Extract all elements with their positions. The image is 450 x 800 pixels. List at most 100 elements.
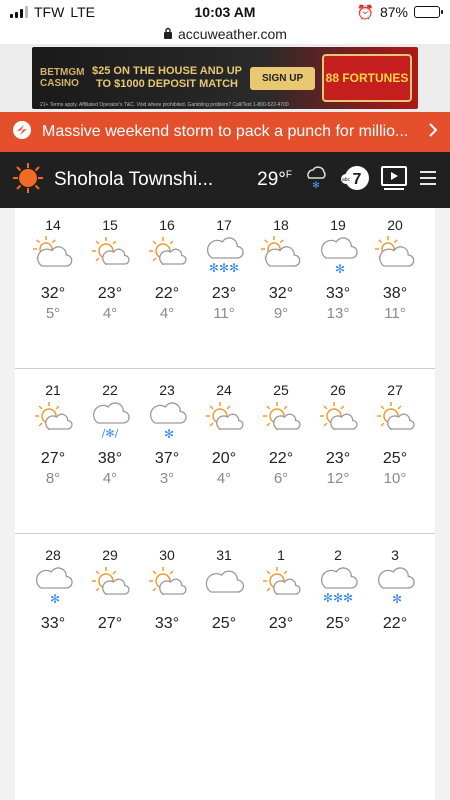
calendar-day[interactable]: 17 ✻✻✻ 23° 11°	[196, 216, 252, 324]
low-temp	[82, 634, 138, 654]
low-temp	[367, 634, 423, 654]
day-number: 1	[277, 547, 285, 563]
low-temp	[310, 634, 366, 654]
battery-icon	[414, 6, 443, 18]
partly-sunny-icon	[25, 399, 81, 443]
high-temp: 27°	[97, 615, 123, 632]
low-temp	[196, 634, 252, 654]
day-number: 14	[45, 217, 61, 233]
calendar-day[interactable]: 30 33°	[139, 546, 195, 654]
calendar-day[interactable]: 15 23° 4°	[82, 216, 138, 324]
high-temp: 23°	[268, 615, 294, 632]
svg-text:✻✻✻: ✻✻✻	[323, 591, 353, 605]
day-number: 27	[387, 382, 403, 398]
high-temp: 33°	[154, 615, 180, 632]
menu-icon[interactable]	[418, 170, 438, 191]
high-temp: 22°	[154, 285, 180, 302]
day-number: 2	[334, 547, 342, 563]
current-temp: 29°F	[257, 169, 292, 190]
location-name[interactable]: Shohola Townshi...	[54, 169, 247, 191]
calendar-day[interactable]: 2 ✻✻✻ 25°	[310, 546, 366, 654]
high-temp: 25°	[382, 450, 408, 467]
day-number: 15	[102, 217, 118, 233]
calendar-day[interactable]: 3 ✻ 22°	[367, 546, 423, 654]
low-temp: 5°	[45, 305, 61, 322]
calendar-day[interactable]: 16 22° 4°	[139, 216, 195, 324]
partly-sunny-icon	[139, 564, 195, 608]
ad-banner[interactable]: BETMGM CASINO $25 ON THE HOUSE AND UP TO…	[32, 47, 418, 109]
day-number: 30	[159, 547, 175, 563]
calendar-day[interactable]: 21 27° 8°	[25, 381, 81, 489]
high-temp: 38°	[97, 450, 123, 467]
low-temp: 3°	[159, 470, 175, 487]
low-temp	[25, 634, 81, 654]
ad-game-logo: 88 FORTUNES	[322, 54, 412, 102]
calendar-day[interactable]: 23 ✻ 37° 3°	[139, 381, 195, 489]
chevron-right-icon[interactable]	[428, 122, 438, 143]
low-temp: 13°	[326, 305, 350, 322]
day-number: 17	[216, 217, 232, 233]
calendar-day[interactable]: 20 38° 11°	[367, 216, 423, 324]
snow-icon: ✻✻✻	[196, 234, 252, 278]
day-number: 3	[391, 547, 399, 563]
abc7-logo-icon[interactable]: 7 abc	[340, 163, 370, 198]
location-header: Shohola Townshi... 29°F ✻ 7 abc	[0, 152, 450, 208]
ad-signup-button[interactable]: SIGN UP	[250, 66, 316, 90]
calendar-day[interactable]: 1 23°	[253, 546, 309, 654]
high-temp: 25°	[211, 615, 237, 632]
low-temp	[139, 634, 195, 654]
ad-fine-print: 21+ Terms apply. Affiliated Operator's T…	[40, 102, 289, 108]
day-number: 23	[159, 382, 175, 398]
carrier-label: TFW	[34, 4, 65, 20]
video-play-icon[interactable]	[380, 165, 408, 196]
calendar-day[interactable]: 28 ✻ 33°	[25, 546, 81, 654]
svg-text:✻: ✻	[392, 592, 402, 606]
calendar-day[interactable]: 25 22° 6°	[253, 381, 309, 489]
calendar-day[interactable]: 22 /✻/ 38° 4°	[82, 381, 138, 489]
high-temp: 32°	[268, 285, 294, 302]
monthly-forecast: 726°8°826°8°924°9°10✻✻✻30°13°11✻27°6°122…	[0, 208, 450, 800]
svg-text:abc: abc	[342, 177, 351, 183]
accuweather-sun-logo-icon[interactable]	[12, 162, 44, 199]
calendar-day[interactable]: 31 25°	[196, 546, 252, 654]
ad-banner-container: BETMGM CASINO $25 ON THE HOUSE AND UP TO…	[0, 44, 450, 112]
mostly-cloudy-icon	[253, 234, 309, 278]
high-temp: 32°	[40, 285, 66, 302]
calendar-week: 14 32° 5° 15 23° 4° 16 22° 4° 17 ✻✻✻ 23° 11° 18 32° 9° 1…	[15, 208, 435, 368]
high-temp: 23°	[211, 285, 237, 302]
day-number: 22	[102, 382, 118, 398]
news-alert-bar[interactable]: Massive weekend storm to pack a punch fo…	[0, 112, 450, 152]
flurries-icon: ✻	[310, 234, 366, 278]
mixed-icon: /✻/	[82, 399, 138, 443]
day-number: 18	[273, 217, 289, 233]
partly-sunny-icon	[82, 564, 138, 608]
calendar-day[interactable]: 26 23° 12°	[310, 381, 366, 489]
snow-cloud-icon: ✻	[302, 164, 330, 197]
cloudy-icon	[196, 564, 252, 608]
url-bar[interactable]: accuweather.com	[0, 24, 450, 44]
high-temp: 33°	[325, 285, 351, 302]
day-number: 24	[216, 382, 232, 398]
calendar-day[interactable]: 18 32° 9°	[253, 216, 309, 324]
low-temp: 9°	[273, 305, 289, 322]
calendar-day[interactable]: 29 27°	[82, 546, 138, 654]
high-temp: 38°	[382, 285, 408, 302]
day-number: 21	[45, 382, 61, 398]
calendar-grid: 726°8°826°8°924°9°10✻✻✻30°13°11✻27°6°122…	[15, 208, 435, 800]
day-number: 25	[273, 382, 289, 398]
svg-text:✻: ✻	[164, 427, 174, 441]
partly-sunny-icon	[367, 399, 423, 443]
partly-sunny-icon	[253, 399, 309, 443]
alert-icon	[12, 120, 32, 145]
svg-text:✻: ✻	[50, 592, 60, 606]
low-temp: 4°	[159, 305, 175, 322]
status-bar: TFW LTE 10:03 AM ⏰ 87%	[0, 0, 450, 24]
low-temp: 11°	[213, 305, 235, 322]
partly-sunny-icon	[253, 564, 309, 608]
low-temp: 10°	[383, 470, 407, 487]
calendar-day[interactable]: 27 25° 10°	[367, 381, 423, 489]
calendar-day[interactable]: 24 20° 4°	[196, 381, 252, 489]
calendar-day[interactable]: 14 32° 5°	[25, 216, 81, 324]
calendar-week: 28 ✻ 33° 29 27° 30 33° 31 25° 1 23° 2 ✻✻✻ 25° 3 ✻ 22°	[15, 533, 435, 698]
calendar-day[interactable]: 19 ✻ 33° 13°	[310, 216, 366, 324]
